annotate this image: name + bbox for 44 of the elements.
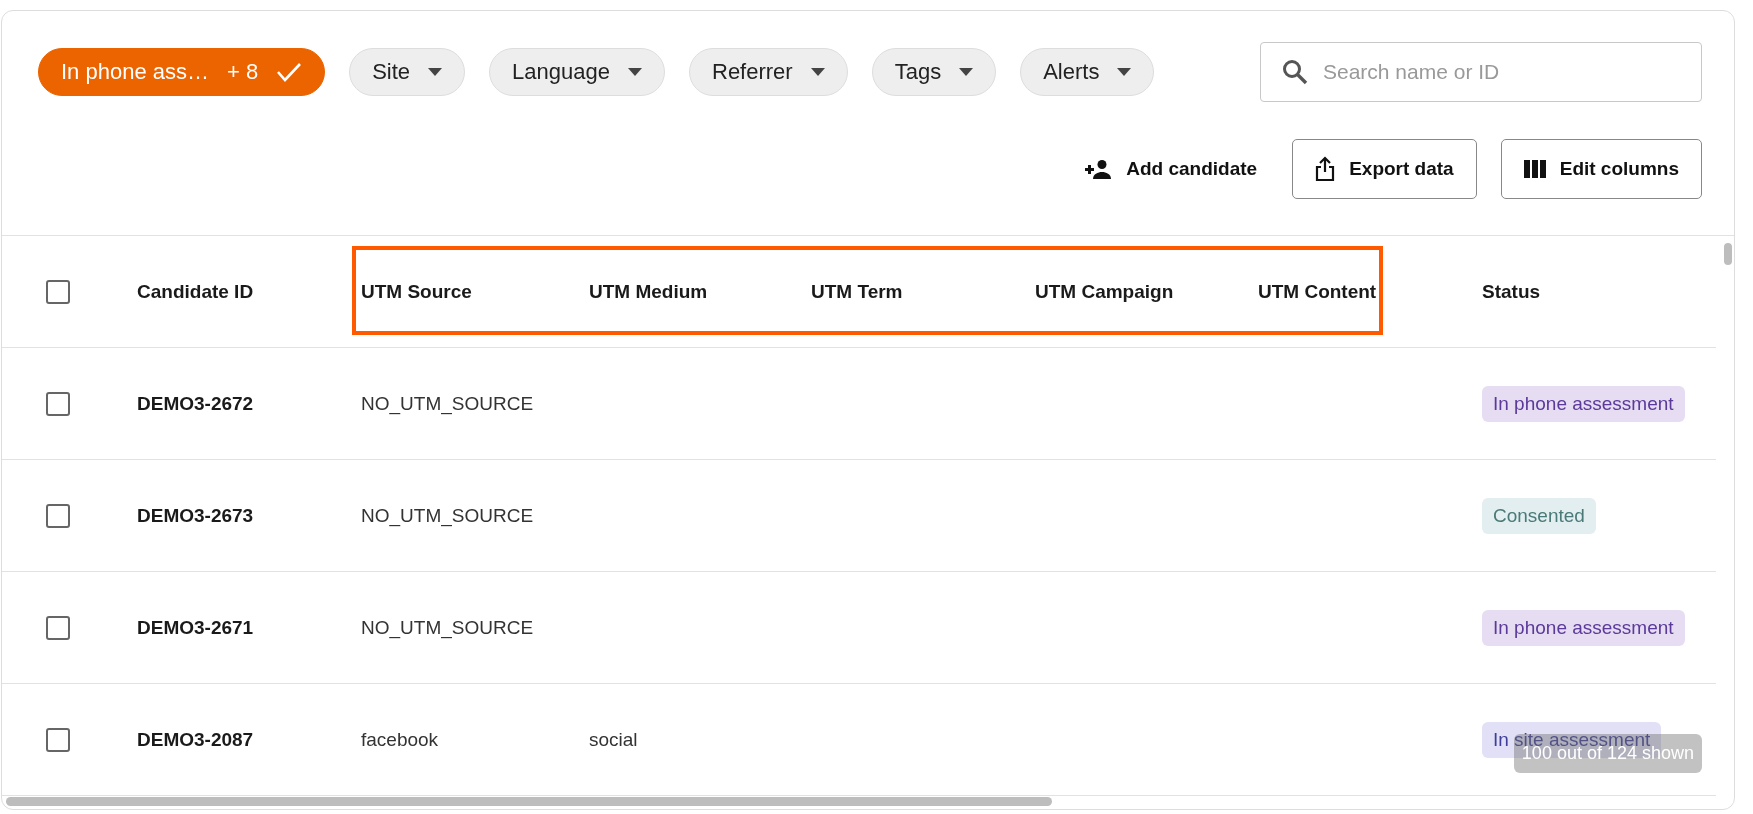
candidate-id: DEMO3-2087 [137,728,254,751]
candidate-id: DEMO3-2672 [137,392,254,415]
columns-icon [1523,160,1546,178]
add-person-icon [1084,159,1113,179]
edit-columns-button[interactable]: Edit columns [1500,139,1702,199]
column-header[interactable]: Status [1482,280,1541,303]
caret-icon [428,68,443,76]
checkbox[interactable] [46,503,70,528]
checkbox[interactable] [46,727,70,752]
column-header[interactable]: UTM Source [361,280,472,303]
status-badge: In phone assessment [1482,609,1685,646]
check-icon [276,61,303,83]
filter-chip[interactable]: Referrer [689,48,848,96]
candidate-id: DEMO3-2673 [137,504,254,527]
caret-icon [810,68,825,76]
table-cell: social [589,728,638,751]
scrollbar-thumb[interactable] [1724,243,1732,265]
export-button[interactable]: Export data [1292,139,1477,199]
table-cell: NO_UTM_SOURCE [361,392,534,415]
upload-icon [1315,156,1336,182]
table-cell: NO_UTM_SOURCE [361,504,534,527]
checkbox[interactable] [46,615,70,640]
filter-chip[interactable]: Site [349,48,466,96]
column-header[interactable]: UTM Campaign [1035,280,1174,303]
column-header[interactable]: Candidate ID [137,280,254,303]
scrollbar-thumb[interactable] [6,797,1052,806]
caret-icon [959,68,974,76]
status-badge: In phone assessment [1482,385,1685,422]
search-icon [1282,59,1308,85]
column-header[interactable]: UTM Medium [589,280,708,303]
table-cell: NO_UTM_SOURCE [361,616,534,639]
checkbox[interactable] [46,391,70,416]
candidate-id: DEMO3-2671 [137,616,254,639]
filter-chip[interactable]: Alerts [1020,48,1155,96]
column-header[interactable]: UTM Term [811,280,903,303]
filter-chip[interactable]: Language [489,48,665,96]
caret-icon [628,68,642,76]
search-field[interactable]: Search name or ID [1260,42,1702,102]
filter-chip[interactable]: Tags [871,48,997,96]
table-cell: facebook [361,728,439,751]
column-header[interactable]: UTM Content [1258,280,1377,303]
status-badge: Consented [1482,497,1596,534]
caret-icon [1117,68,1132,76]
checkbox[interactable] [46,279,70,304]
